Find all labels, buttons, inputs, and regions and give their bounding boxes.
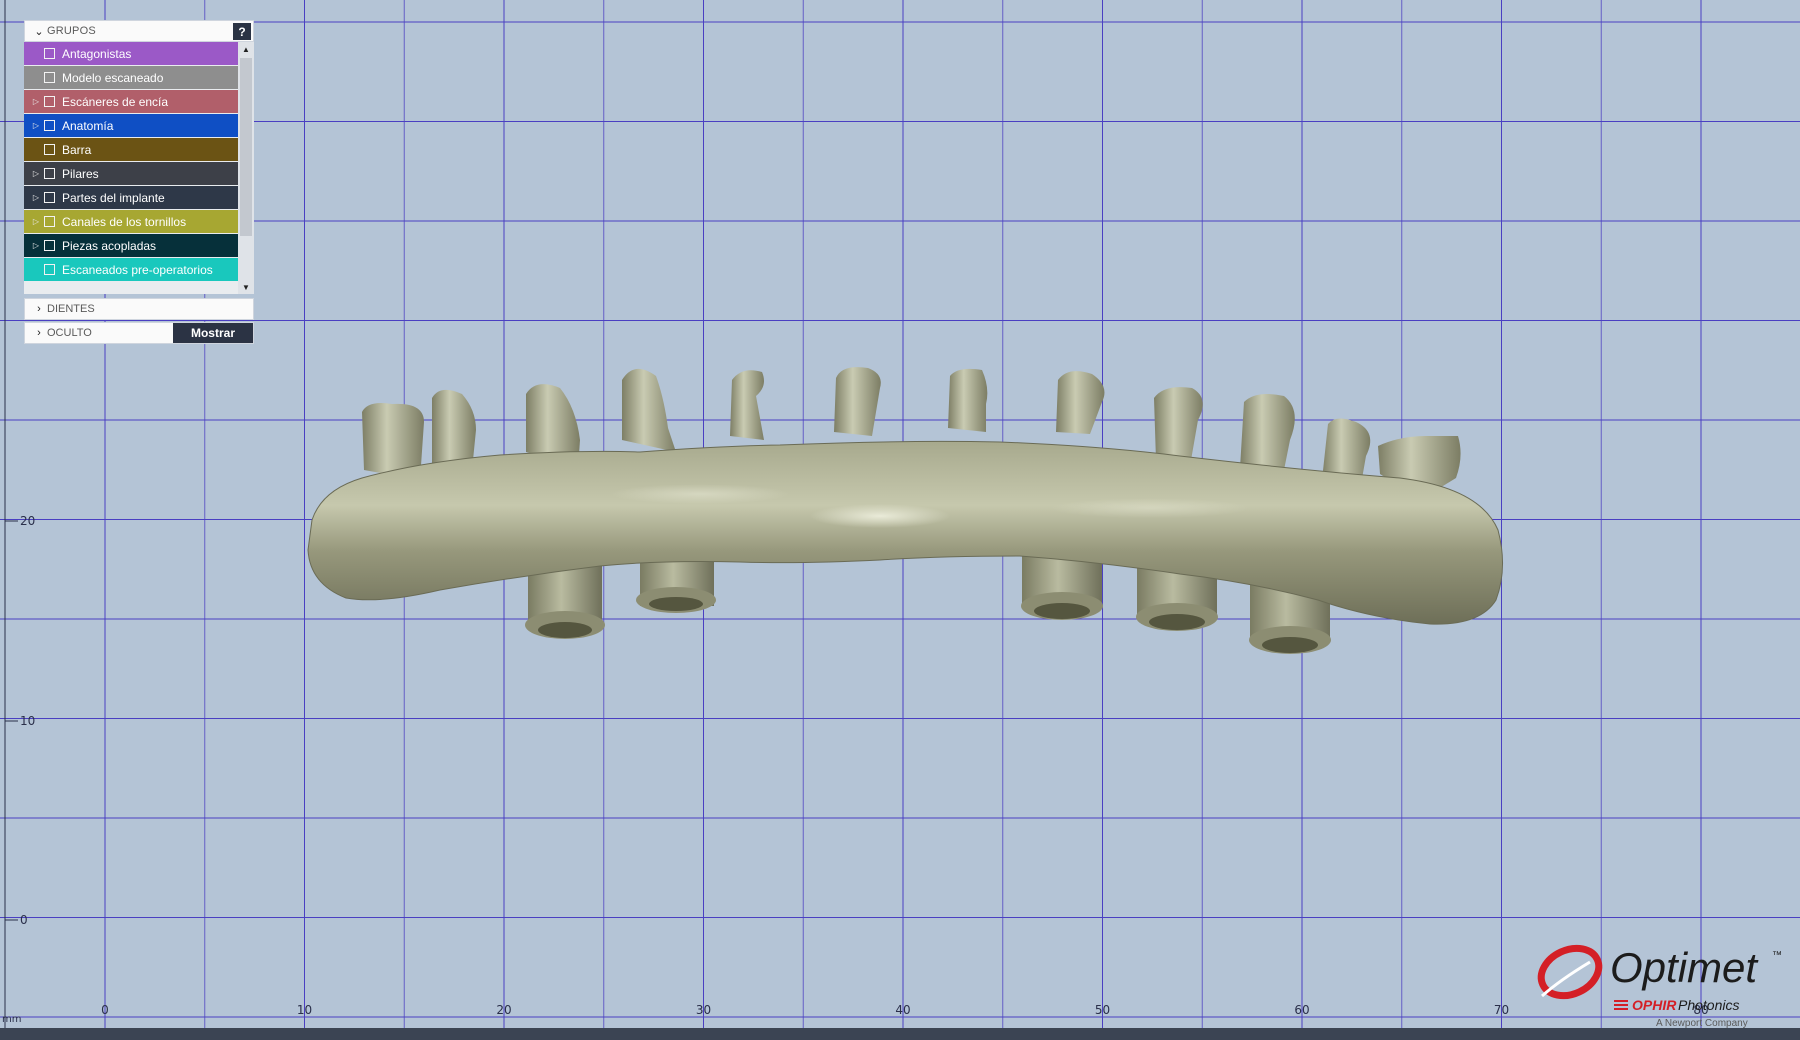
scroll-thumb[interactable]	[240, 58, 252, 236]
group-item[interactable]: ▷ Piezas acopladas	[24, 234, 238, 257]
expand-triangle-icon[interactable]: ▷	[28, 169, 44, 178]
group-item[interactable]: Barra	[24, 138, 238, 161]
group-item[interactable]: Escaneados pre-operatorios	[24, 258, 238, 281]
chevron-down-icon[interactable]: ⌄	[31, 25, 47, 38]
group-item-label: Barra	[62, 142, 92, 157]
swoosh-icon	[1537, 944, 1603, 1000]
expand-triangle-icon[interactable]: ▷	[28, 241, 44, 250]
optimet-logo: Optimet ™ OPHIR Photonics A Newport Comp…	[1537, 944, 1782, 1029]
visibility-checkbox[interactable]	[44, 264, 55, 275]
group-item-label: Anatomía	[62, 118, 114, 133]
section-label: OCULTO	[47, 327, 92, 339]
expand-triangle-icon[interactable]: ▷	[28, 193, 44, 202]
x-tick-label: 60	[1294, 1003, 1309, 1017]
visibility-checkbox[interactable]	[44, 72, 55, 83]
group-item-label: Partes del implante	[62, 190, 165, 205]
groups-list: Antagonistas Modelo escaneado ▷ Escáneres d…	[24, 42, 254, 294]
visibility-checkbox[interactable]	[44, 216, 55, 227]
group-item[interactable]: ▷ Pilares	[24, 162, 238, 185]
grid-canvas[interactable]: 0 10 20 30 40 50 60 70 8020100	[0, 0, 1800, 1040]
logo-company: OPHIR	[1632, 997, 1677, 1013]
group-item-label: Antagonistas	[62, 46, 132, 61]
x-tick-label: 40	[895, 1003, 910, 1017]
unit-label: mm	[2, 1014, 22, 1025]
group-item[interactable]: Antagonistas	[24, 42, 238, 65]
y-tick-label: 10	[20, 714, 35, 728]
group-item-label: Pilares	[62, 166, 99, 181]
visibility-checkbox[interactable]	[44, 120, 55, 131]
visibility-checkbox[interactable]	[44, 48, 55, 59]
visibility-checkbox[interactable]	[44, 192, 55, 203]
visibility-checkbox[interactable]	[44, 240, 55, 251]
groups-panel: ⌄ GRUPOS ? Antagonistas Modelo escaneado ▷…	[24, 20, 254, 344]
group-item-label: Escaneados pre-operatorios	[62, 262, 213, 277]
x-tick-label: 20	[496, 1003, 511, 1017]
group-item[interactable]: ▷ Escáneres de encía	[24, 90, 238, 113]
3d-viewport[interactable]: 0 10 20 30 40 50 60 70 80 20 10 0	[0, 0, 1800, 1040]
ophir-mark	[1614, 1000, 1628, 1010]
status-bar	[0, 1028, 1800, 1040]
x-tick-label: 10	[297, 1003, 312, 1017]
section-dientes[interactable]: › DIENTES	[24, 298, 254, 320]
groups-title: GRUPOS	[47, 25, 96, 37]
section-label: DIENTES	[47, 303, 95, 315]
logo-trademark: ™	[1772, 950, 1782, 961]
help-button[interactable]: ?	[233, 23, 251, 40]
logo-brand: Optimet	[1610, 944, 1759, 991]
y-tick-label: 0	[20, 913, 28, 927]
expand-triangle-icon[interactable]: ▷	[28, 217, 44, 226]
visibility-checkbox[interactable]	[44, 168, 55, 179]
group-item-label: Modelo escaneado	[62, 70, 164, 85]
group-item-label: Canales de los tornillos	[62, 214, 187, 229]
x-tick-label: 70	[1494, 1003, 1509, 1017]
scrollbar[interactable]: ▲ ▼	[238, 42, 254, 294]
x-tick-label: 0	[101, 1003, 109, 1017]
show-button[interactable]: Mostrar	[173, 323, 253, 343]
implant-bar-model[interactable]	[307, 367, 1504, 654]
y-tick-label: 20	[20, 514, 35, 528]
group-item[interactable]: ▷ Partes del implante	[24, 186, 238, 209]
scroll-up-icon[interactable]: ▲	[238, 42, 254, 56]
x-tick-label: 50	[1095, 1003, 1110, 1017]
logo-company-suffix: Photonics	[1678, 997, 1739, 1013]
expand-triangle-icon[interactable]: ▷	[28, 121, 44, 130]
group-item-label: Piezas acopladas	[62, 238, 157, 253]
group-item-label: Escáneres de encía	[62, 94, 169, 109]
chevron-right-icon[interactable]: ›	[31, 327, 47, 339]
group-item[interactable]: Modelo escaneado	[24, 66, 238, 89]
visibility-checkbox[interactable]	[44, 144, 55, 155]
scroll-down-icon[interactable]: ▼	[238, 280, 254, 294]
groups-header[interactable]: ⌄ GRUPOS ?	[24, 20, 254, 42]
x-tick-label: 30	[696, 1003, 711, 1017]
group-item[interactable]: ▷ Canales de los tornillos	[24, 210, 238, 233]
chevron-right-icon[interactable]: ›	[31, 303, 47, 315]
visibility-checkbox[interactable]	[44, 96, 55, 107]
expand-triangle-icon[interactable]: ▷	[28, 97, 44, 106]
group-item[interactable]: ▷ Anatomía	[24, 114, 238, 137]
section-oculto[interactable]: › OCULTO Mostrar	[24, 322, 254, 344]
